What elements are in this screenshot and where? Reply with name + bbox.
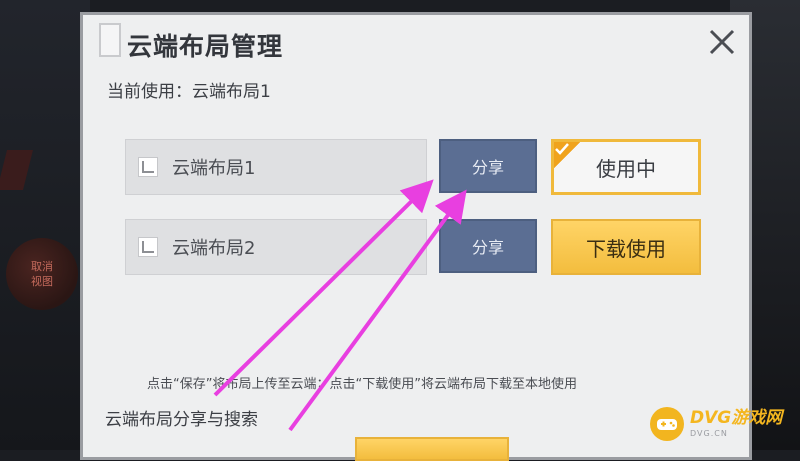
current-layout-label: 当前使用：云端布局1: [107, 82, 271, 102]
background-button-line-2: 视图: [31, 275, 53, 288]
background-round-button: 取消 视图: [6, 238, 78, 310]
share-button-2[interactable]: 分享: [439, 219, 537, 273]
in-use-label: 使用中: [596, 156, 656, 181]
cloud-layout-dialog: 云端布局管理 当前使用：云端布局1 云端布局1 分享 使用中 云端布局2 分享 …: [80, 12, 752, 461]
layout-name-1: 云端布局1: [172, 158, 256, 179]
layout-name-2: 云端布局2: [172, 238, 256, 259]
layout-row-2-field: 云端布局2: [125, 219, 427, 275]
watermark-main: DVG游戏网: [690, 408, 783, 428]
share-button-1[interactable]: 分享: [439, 139, 537, 193]
watermark-sub: DVG.CN: [690, 429, 728, 438]
layout-icon: [138, 237, 158, 257]
close-icon: [709, 29, 735, 55]
watermark: DVG游戏网 DVG.CN: [650, 404, 796, 444]
background-button-line-1: 取消: [31, 260, 53, 273]
check-icon: [554, 142, 580, 168]
title-tab-decoration: [99, 23, 121, 57]
close-button[interactable]: [701, 21, 743, 63]
section-title: 云端布局分享与搜索: [105, 410, 258, 430]
hint-text: 点击“保存”将布局上传至云端；点击“下载使用”将云端布局下载至本地使用: [147, 377, 577, 392]
search-button[interactable]: [355, 437, 509, 461]
layout-row-1-field: 云端布局1: [125, 139, 427, 195]
background-left-panel: [0, 0, 90, 450]
layout-icon: [138, 157, 158, 177]
gamepad-icon: [650, 407, 684, 441]
dialog-title: 云端布局管理: [127, 32, 284, 61]
in-use-button[interactable]: 使用中: [551, 139, 701, 195]
download-use-button[interactable]: 下载使用: [551, 219, 701, 275]
